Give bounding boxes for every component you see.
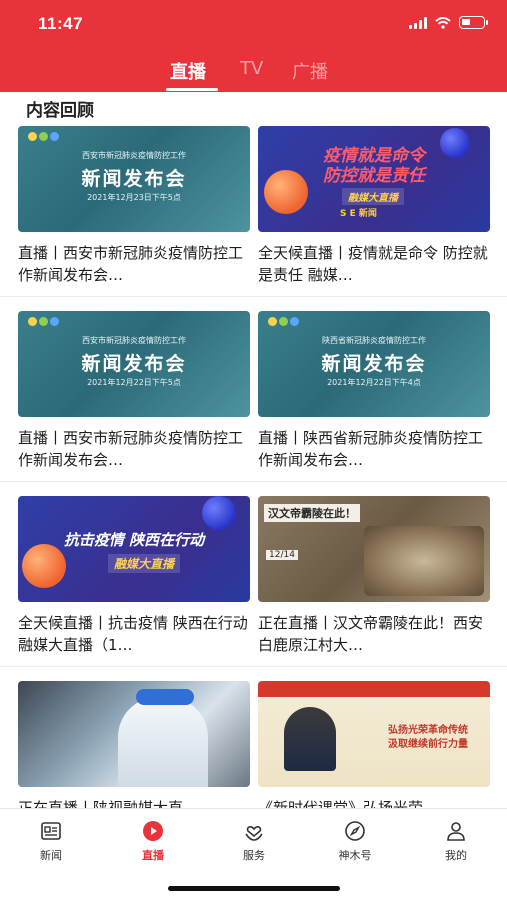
tab-live[interactable]: 直播 xyxy=(170,58,206,84)
battery-icon xyxy=(459,16,488,29)
thumbnail-banner xyxy=(258,681,490,697)
play-icon xyxy=(143,821,163,841)
news-icon xyxy=(41,822,61,840)
tab-tv[interactable]: TV xyxy=(240,58,263,79)
tabbar-item-live[interactable]: 直播 xyxy=(118,819,188,863)
thumbnail-heading: 疫情就是命令 防控就是责任 xyxy=(258,146,490,186)
thumbnail-subtitle: 陕西省新冠肺炎疫情防控工作 xyxy=(322,336,426,345)
tabbar-label: 神木号 xyxy=(338,849,372,862)
card-title[interactable]: 全天候直播丨疫情就是命令 防控就是责任 融媒… xyxy=(258,242,490,286)
thumbnail-tag: 融媒大直播 xyxy=(342,188,404,205)
tabbar-label: 直播 xyxy=(142,849,164,862)
status-time: 11:47 xyxy=(38,14,84,33)
status-icons xyxy=(409,16,488,29)
signal-icon xyxy=(409,16,427,29)
tabbar-item-service[interactable]: 服务 xyxy=(219,819,289,863)
user-icon xyxy=(447,822,465,841)
face-shield-image xyxy=(136,689,194,705)
heart-hands-icon xyxy=(245,826,263,841)
card-title[interactable]: 直播丨西安市新冠肺炎疫情防控工作新闻发布会… xyxy=(18,242,250,286)
tabbar-item-news[interactable]: 新闻 xyxy=(16,819,86,863)
row-divider xyxy=(0,481,507,482)
thumbnail-date: 2021年12月22日下午5点 xyxy=(87,378,181,387)
thumbnail-heading: 抗击疫情 陕西在行动 xyxy=(63,531,205,549)
thumbnail-brand: S E 新闻 xyxy=(340,209,377,219)
card-thumbnail: 陕西省新冠肺炎疫情防控工作 新闻发布会 2021年12月22日下午4点 xyxy=(258,311,490,417)
channel-logo-icon xyxy=(268,317,299,326)
card-thumbnail: 西安市新冠肺炎疫情防控工作 新闻发布会 2021年12月23日下午5点 xyxy=(18,126,250,232)
thumbnail-subtitle: 西安市新冠肺炎疫情防控工作 xyxy=(82,336,186,345)
card-title[interactable]: 正在直播丨汉文帝霸陵在此！西安白鹿原江村大… xyxy=(258,612,490,656)
top-tabs: 直播 TV 广播 xyxy=(0,56,507,92)
tabbar-label: 服务 xyxy=(243,849,265,862)
thumbnail-date: 2021年12月23日下午5点 xyxy=(87,193,181,202)
thumbnail-heading-line: 防控就是责任 xyxy=(323,166,425,186)
protective-suit-image xyxy=(118,697,208,787)
tabbar-label: 新闻 xyxy=(40,849,62,862)
row-divider xyxy=(0,296,507,297)
tabbar-item-mine[interactable]: 我的 xyxy=(421,819,491,863)
thumbnail-title: 新闻发布会 xyxy=(321,353,427,375)
thumbnail-subtitle: 西安市新冠肺炎疫情防控工作 xyxy=(82,151,186,160)
tabbar-item-shenmu[interactable]: 神木号 xyxy=(320,819,390,863)
list-item[interactable]: 汉文帝霸陵在此！ 12/14 正在直播丨汉文帝霸陵在此！西安白鹿原江村大… xyxy=(258,496,490,656)
thumbnail-title: 新闻发布会 xyxy=(81,168,187,190)
home-indicator xyxy=(168,886,340,891)
section-title: 内容回顾 xyxy=(26,101,94,121)
card-thumbnail: 抗击疫情 陕西在行动 融媒大直播 xyxy=(18,496,250,602)
thumbnail-subheading: 汲取继续前行力量 xyxy=(388,739,468,750)
list-item[interactable]: 西安市新冠肺炎疫情防控工作 新闻发布会 2021年12月23日下午5点 直播丨西… xyxy=(18,126,250,286)
row-divider xyxy=(0,666,507,667)
channel-logo-icon xyxy=(28,132,59,141)
card-thumbnail: 西安市新冠肺炎疫情防控工作 新闻发布会 2021年12月22日下午5点 xyxy=(18,311,250,417)
tabbar-label: 我的 xyxy=(445,849,467,862)
decorative-orb-icon xyxy=(22,544,66,588)
decorative-orb-icon xyxy=(202,496,236,530)
card-title[interactable]: 全天候直播丨抗击疫情 陕西在行动融媒大直播（1… xyxy=(18,612,250,656)
list-item[interactable]: 疫情就是命令 防控就是责任 融媒大直播 S E 新闻 全天候直播丨疫情就是命令 … xyxy=(258,126,490,286)
thumbnail-tag: 融媒大直播 xyxy=(108,554,181,573)
active-tab-indicator xyxy=(166,88,218,91)
card-title[interactable]: 直播丨西安市新冠肺炎疫情防控工作新闻发布会… xyxy=(18,427,250,471)
artifact-image xyxy=(364,526,484,596)
list-item[interactable]: 抗击疫情 陕西在行动 融媒大直播 全天候直播丨抗击疫情 陕西在行动融媒大直播（1… xyxy=(18,496,250,656)
channel-logo-icon xyxy=(28,317,59,326)
app-header: 11:47 直播 TV 广播 xyxy=(0,0,507,92)
list-item[interactable]: 西安市新冠肺炎疫情防控工作 新闻发布会 2021年12月22日下午5点 直播丨西… xyxy=(18,311,250,471)
list-item[interactable]: 陕西省新冠肺炎疫情防控工作 新闻发布会 2021年12月22日下午4点 直播丨陕… xyxy=(258,311,490,471)
thumbnail-date: 12/14 xyxy=(266,550,298,560)
thumbnail-date: 2021年12月22日下午4点 xyxy=(327,378,421,387)
status-bar: 11:47 xyxy=(0,0,507,50)
card-thumbnail: 疫情就是命令 防控就是责任 融媒大直播 S E 新闻 xyxy=(258,126,490,232)
compass-icon xyxy=(345,821,365,841)
wifi-icon xyxy=(435,16,451,29)
thumbnail-heading: 汉文帝霸陵在此！ xyxy=(264,504,360,522)
thumbnail-heading-line: 疫情就是命令 xyxy=(323,146,425,166)
card-title[interactable]: 直播丨陕西省新冠肺炎疫情防控工作新闻发布会… xyxy=(258,427,490,471)
thumbnail-heading: 弘扬光荣革命传统 xyxy=(388,725,468,736)
tab-radio[interactable]: 广播 xyxy=(292,58,328,84)
speaker-image xyxy=(284,707,336,771)
card-thumbnail xyxy=(18,681,250,787)
thumbnail-title: 新闻发布会 xyxy=(81,353,187,375)
card-thumbnail: 汉文帝霸陵在此！ 12/14 xyxy=(258,496,490,602)
card-thumbnail: 弘扬光荣革命传统 汲取继续前行力量 xyxy=(258,681,490,787)
